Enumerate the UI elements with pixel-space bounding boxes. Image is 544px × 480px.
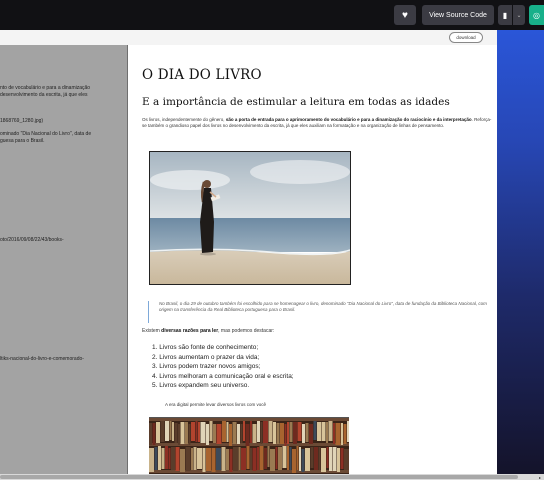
reasons-list: 1. Livros são fonte de conhecimento; 2. … — [152, 343, 294, 391]
view-source-button[interactable]: View Source Code — [422, 5, 494, 25]
pin-button[interactable]: ▮ — [498, 5, 512, 25]
list-item: 5. Livros expandem seu universo. — [152, 382, 250, 389]
dropdown-button[interactable]: ⌄ — [513, 5, 525, 25]
source-line: 1868769_1280.jpg) — [0, 118, 44, 124]
intro-paragraph: Os livros, independentemente do gênero, … — [142, 117, 492, 128]
reasons-intro: Existem diversas razões para ler, mas po… — [142, 328, 275, 334]
blockquote: No Brasil, o dia 29 de outubro também fo… — [148, 301, 497, 323]
source-line: ominado "Dia Nacional do Livro", data de — [0, 131, 92, 137]
background-gradient — [497, 30, 544, 474]
source-line: oto/2016/09/08/22/43/books- — [0, 237, 64, 243]
heart-icon: ♥ — [402, 9, 408, 21]
horizontal-scrollbar-thumb[interactable] — [0, 475, 518, 479]
app-icon: ◎ — [533, 10, 540, 20]
app-button[interactable]: ◎ — [529, 5, 544, 25]
source-line: guesa para o Brasil. — [0, 138, 45, 144]
editor-toolbar: download — [0, 30, 497, 45]
markdown-source-pane[interactable]: nto de vocabulário e para a dinamização … — [0, 45, 127, 474]
image-caption: A era digital permite levar diversos liv… — [165, 402, 267, 407]
list-item: 2. Livros aumentam o prazer da vida; — [152, 353, 260, 361]
bookshelf-image — [149, 417, 349, 474]
source-line: nto de vocabulário e para a dinamização — [0, 85, 91, 91]
favorite-button[interactable]: ♥ — [394, 5, 416, 25]
article-subtitle: E a importância de estimular a leitura e… — [142, 96, 450, 108]
chevron-down-icon: ⌄ — [516, 12, 522, 19]
top-bar: ♥ View Source Code ▮ ⌄ ◎ — [0, 0, 544, 30]
rendered-preview-pane: O DIA DO LIVRO E a importância de estimu… — [128, 45, 497, 474]
scroll-right-arrow-icon[interactable]: ▸ — [536, 474, 544, 480]
article-title: O DIA DO LIVRO — [142, 67, 262, 83]
pin-icon: ▮ — [502, 10, 508, 20]
list-item: 3. Livros podem trazer novos amigos; — [152, 363, 261, 370]
editor-window: download nto de vocabulário e para a din… — [0, 30, 497, 474]
list-item: 1. Livros são fonte de conhecimento; — [152, 344, 259, 351]
source-line: desenvolvimento da escrita, já que eles — [0, 92, 88, 98]
list-item: 4. Livros melhoram a comunicação oral e … — [152, 372, 294, 380]
woman-reading-beach-image — [149, 151, 351, 285]
download-button[interactable]: download — [449, 32, 483, 43]
source-line: ltiks-nacional-do-livro-e-comemorado- — [0, 356, 84, 362]
